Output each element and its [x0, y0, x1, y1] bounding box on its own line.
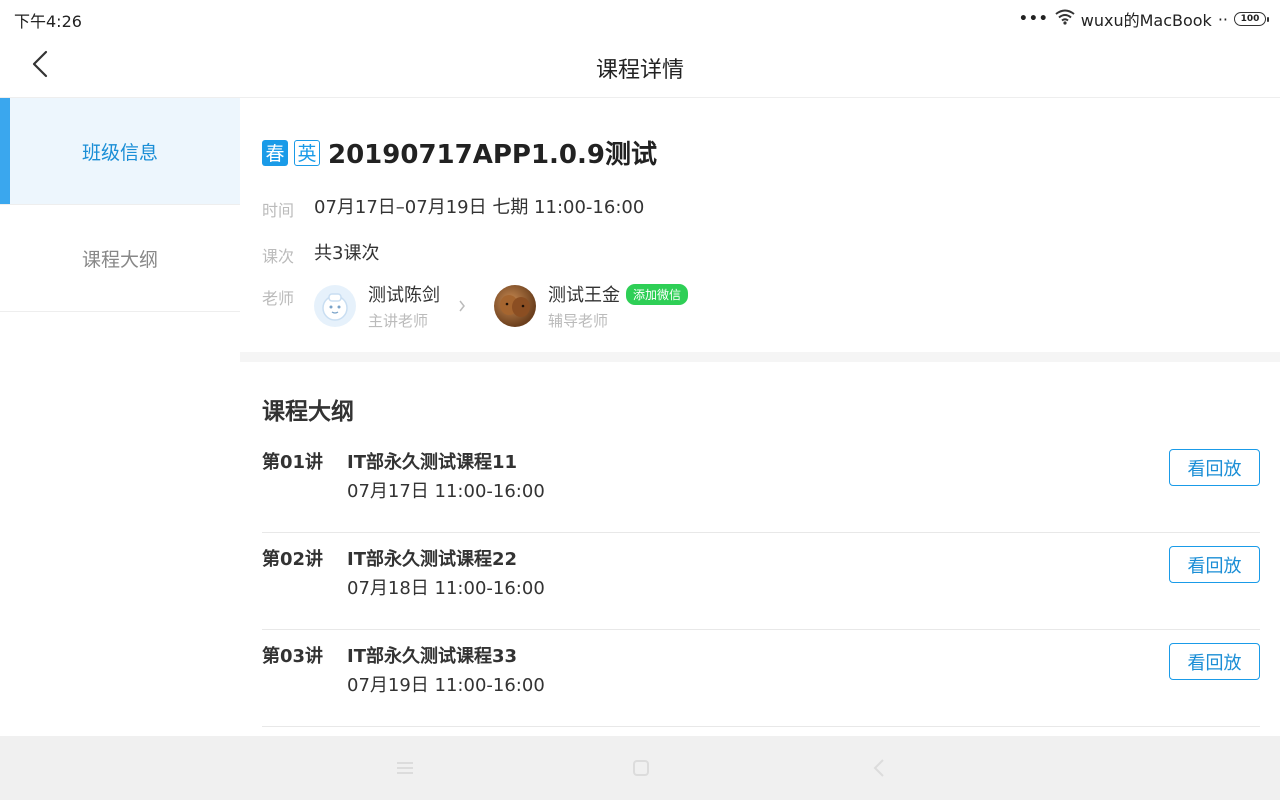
teacher-card-main[interactable]: 测试陈剑 主讲老师 [314, 281, 466, 331]
lesson-name: IT部永久测试课程22 [347, 549, 518, 570]
lesson-time: 07月19日 11:00-16:00 [347, 675, 545, 696]
outline-title: 课程大纲 [262, 399, 354, 425]
teacher-label: 老师 [262, 289, 295, 308]
page-title: 课程详情 [595, 58, 684, 83]
header: 课程详情 [0, 34, 1280, 98]
lesson-time: 07月17日 11:00-16:00 [347, 481, 545, 502]
teacher-name: 测试王金 [548, 285, 620, 306]
battery-icon: 100 [1234, 12, 1269, 26]
back-icon[interactable] [866, 756, 892, 780]
sidebar-item-label: 课程大纲 [81, 248, 158, 271]
more-dots-icon: ••• [1018, 11, 1049, 27]
sidebar-item-class-info[interactable]: 班级信息 [0, 98, 240, 205]
teacher-row: 老师 测试陈剑 主讲老师 测试王金 添加微信 辅导老师 [262, 281, 1258, 331]
watch-replay-button[interactable]: 看回放 [1169, 449, 1260, 486]
subject-tag: 英 [294, 139, 320, 166]
course-title: 20190717APP1.0.9测试 [328, 140, 657, 170]
chevron-right-icon [458, 297, 466, 316]
main-content: 春 英 20190717APP1.0.9测试 时间 07月17日–07月19日 … [240, 98, 1280, 736]
system-navigation-bar [0, 736, 1280, 800]
battery-level: 100 [1240, 14, 1260, 24]
watch-replay-button[interactable]: 看回放 [1169, 643, 1260, 680]
avatar [314, 285, 356, 327]
teacher-name: 测试陈剑 [368, 285, 440, 306]
course-outline-section: 课程大纲 第01讲 IT部永久测试课程11 07月17日 11:00-16:00… [240, 392, 1280, 727]
home-icon[interactable] [628, 756, 654, 780]
lesson-name: IT部永久测试课程11 [347, 452, 518, 473]
lesson-row: 第01讲 IT部永久测试课程11 07月17日 11:00-16:00 看回放 [262, 436, 1260, 533]
watch-replay-button[interactable]: 看回放 [1169, 546, 1260, 583]
status-bar: 下午4:26 ••• wuxu的MacBook ·· 100 [0, 0, 1280, 34]
lesson-number: 第02讲 [262, 549, 324, 570]
sidebar-item-label: 班级信息 [81, 141, 158, 164]
lesson-row: 第02讲 IT部永久测试课程22 07月18日 11:00-16:00 看回放 [262, 533, 1260, 630]
sidebar-item-course-outline[interactable]: 课程大纲 [0, 205, 240, 312]
section-divider [240, 352, 1280, 362]
lesson-row: 第03讲 IT部永久测试课程33 07月19日 11:00-16:00 看回放 [262, 630, 1260, 727]
add-wechat-button[interactable]: 添加微信 [626, 283, 689, 305]
teacher-list: 测试陈剑 主讲老师 测试王金 添加微信 辅导老师 [314, 281, 689, 331]
lessons-label: 课次 [262, 247, 295, 266]
lesson-number: 第01讲 [262, 452, 324, 473]
lessons-value: 共3课次 [314, 243, 380, 264]
menu-icon[interactable] [392, 756, 418, 780]
teacher-info: 测试王金 添加微信 辅导老师 [548, 281, 689, 331]
lesson-time: 07月18日 11:00-16:00 [347, 578, 545, 599]
lessons-row: 课次 共3课次 [262, 239, 1258, 267]
teacher-role: 主讲老师 [368, 312, 429, 330]
time-row: 时间 07月17日–07月19日 七期 11:00-16:00 [262, 193, 1258, 221]
class-info-section: 春 英 20190717APP1.0.9测试 时间 07月17日–07月19日 … [240, 98, 1280, 352]
teacher-card-assistant[interactable]: 测试王金 添加微信 辅导老师 [494, 281, 689, 331]
wifi-icon [1055, 9, 1075, 29]
network-name: wuxu的MacBook [1080, 11, 1212, 30]
time-label: 时间 [262, 201, 295, 220]
lesson-number: 第03讲 [262, 646, 324, 667]
lesson-name: IT部永久测试课程33 [347, 646, 518, 667]
course-title-row: 春 英 20190717APP1.0.9测试 [262, 134, 1258, 171]
teacher-role: 辅导老师 [548, 312, 609, 330]
teacher-info: 测试陈剑 主讲老师 [368, 281, 440, 331]
status-time: 下午4:26 [14, 12, 82, 31]
time-value: 07月17日–07月19日 七期 11:00-16:00 [314, 197, 645, 218]
avatar [494, 285, 536, 327]
season-tag: 春 [262, 139, 288, 166]
sidebar: 班级信息 课程大纲 [0, 98, 240, 736]
network-suffix: ·· [1217, 9, 1228, 29]
status-right: ••• wuxu的MacBook ·· 100 [1018, 7, 1269, 31]
